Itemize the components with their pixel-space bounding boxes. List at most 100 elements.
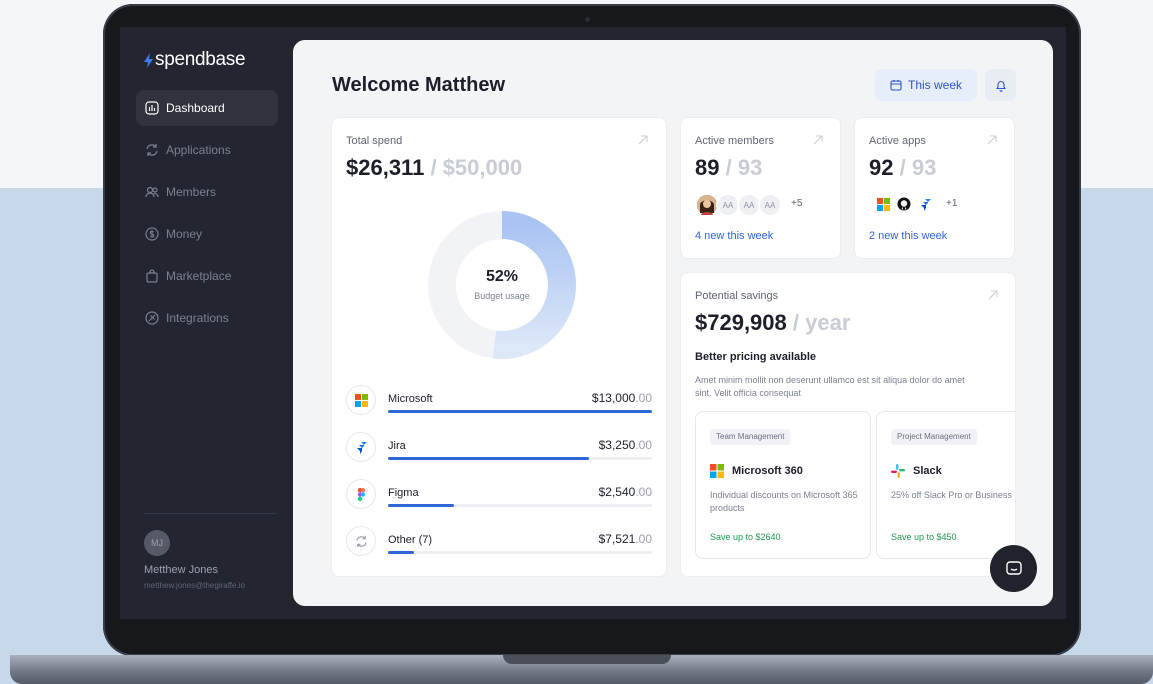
vendor-bar-fill — [388, 504, 454, 507]
budget-usage-value: 52% — [485, 268, 519, 285]
offer-card-slack[interactable]: Project Management Slack 25% off Slack P… — [876, 411, 1015, 559]
offer-card-microsoft[interactable]: Team Management Microsoft 360 Individual… — [695, 411, 871, 559]
refresh-icon — [346, 526, 376, 556]
sidebar-item-money[interactable]: Money — [136, 216, 278, 252]
sidebar-item-label: Members — [166, 185, 217, 199]
arrow-up-right-icon[interactable] — [638, 135, 648, 145]
calendar-icon — [890, 80, 902, 91]
vendor-name: Jira — [388, 440, 406, 452]
offer-tag: Team Management — [710, 429, 791, 445]
amount-whole: $13,000 — [591, 391, 636, 405]
card-label: Active members — [695, 135, 774, 147]
bag-icon — [145, 269, 159, 283]
sidebar-divider — [144, 513, 277, 514]
members-more-count: +5 — [791, 198, 803, 209]
vendor-name: Microsoft — [388, 393, 433, 405]
sidebar-item-applications[interactable]: Applications — [136, 132, 278, 168]
offer-description: Individual discounts on Microsoft 365 pr… — [710, 490, 858, 513]
vendor-row-jira[interactable]: Jira $3,250.00 — [346, 432, 652, 468]
bell-icon — [995, 80, 1006, 92]
figma-logo-icon — [346, 479, 376, 509]
potential-savings-card[interactable]: Potential savings $729,908 / year Better… — [680, 272, 1016, 577]
members-active: 89 — [695, 155, 720, 180]
card-label: Total spend — [346, 135, 403, 147]
sidebar-item-integrations[interactable]: Integrations — [136, 300, 278, 336]
amount-cents: .00 — [635, 485, 652, 499]
sidebar-item-members[interactable]: Members — [136, 174, 278, 210]
vendor-bar-fill — [388, 410, 652, 413]
bolt-icon — [144, 52, 153, 68]
vendor-bar-fill — [388, 457, 589, 460]
savings-description: Amet minim mollit non deserunt ullamco e… — [695, 375, 965, 398]
period-button[interactable]: This week — [875, 69, 977, 101]
refresh-icon — [145, 143, 159, 157]
amount-whole: $3,250 — [598, 438, 636, 452]
savings-heading: Better pricing available — [695, 351, 817, 363]
arrow-up-right-icon[interactable] — [988, 290, 998, 300]
card-label: Potential savings — [695, 290, 779, 302]
github-logo-icon[interactable] — [894, 194, 914, 214]
vendor-name: Figma — [388, 487, 419, 499]
chat-button[interactable] — [990, 545, 1037, 592]
brand-logo[interactable]: spendbase — [144, 49, 246, 71]
vendor-row-other[interactable]: Other (7) $7,521.00 — [346, 526, 652, 562]
arrow-up-right-icon[interactable] — [987, 135, 997, 145]
apps-more-count: +1 — [946, 198, 958, 209]
members-count: 89 / 93 — [695, 155, 762, 181]
spend-budget: / $50,000 — [430, 155, 523, 180]
vendor-bar — [388, 551, 652, 554]
members-icon — [145, 185, 159, 199]
avatar[interactable]: AA — [758, 193, 782, 217]
offer-title-text: Slack — [913, 465, 942, 477]
apps-new-link[interactable]: 2 new this week — [869, 230, 947, 242]
sidebar-item-dashboard[interactable]: Dashboard — [136, 90, 278, 126]
budget-usage-label: Budget usage — [474, 291, 530, 301]
arrow-up-right-icon[interactable] — [813, 135, 823, 145]
active-apps-card[interactable]: Active apps 92 / 93 +1 2 new this week — [854, 117, 1015, 259]
user-email: metthew.jones@thegiraffe.io — [144, 581, 245, 590]
vendor-bar — [388, 410, 652, 413]
laptop-notch — [503, 655, 671, 664]
microsoft-logo-icon[interactable] — [873, 194, 893, 214]
sidebar-item-label: Marketplace — [166, 269, 232, 283]
amount-whole: $2,540 — [598, 485, 636, 499]
period-label: This week — [907, 78, 963, 92]
members-new-link[interactable]: 4 new this week — [695, 230, 773, 242]
sidebar-item-label: Dashboard — [166, 101, 225, 115]
offer-description: 25% off Slack Pro or Business — [891, 490, 1012, 500]
chat-icon — [1005, 561, 1022, 575]
total-spend-card[interactable]: Total spend $26,311 / $50,000 52% Budget… — [331, 117, 667, 577]
active-members-card[interactable]: Active members 89 / 93 AA AA AA +5 4 new… — [680, 117, 841, 259]
vendor-name: Other (7) — [388, 534, 433, 546]
offer-save-link[interactable]: Save up to $2640 — [710, 532, 781, 542]
amount-cents: .00 — [635, 391, 652, 405]
amount-cents: .00 — [635, 532, 652, 546]
chart-icon — [145, 101, 159, 115]
notifications-button[interactable] — [985, 69, 1016, 101]
main-panel: Welcome Matthew This week Total spend $2… — [293, 40, 1053, 606]
savings-period: / year — [792, 310, 851, 335]
jira-logo-icon[interactable] — [915, 194, 935, 214]
laptop-camera — [585, 17, 590, 22]
members-total: / 93 — [725, 155, 763, 180]
sidebar-item-label: Money — [166, 227, 203, 241]
jira-logo-icon — [346, 432, 376, 462]
user-avatar[interactable]: MJ — [144, 530, 170, 556]
amount-cents: .00 — [635, 438, 652, 452]
vendor-amount: $13,000.00 — [592, 391, 652, 405]
offer-title: Microsoft 360 — [710, 464, 803, 478]
savings-amount: $729,908 / year — [695, 310, 850, 336]
sidebar-item-label: Integrations — [166, 311, 229, 325]
vendor-amount: $7,521.00 — [599, 532, 652, 546]
card-label: Active apps — [869, 135, 926, 147]
spend-amount: $26,311 — [346, 155, 425, 180]
sidebar-item-marketplace[interactable]: Marketplace — [136, 258, 278, 294]
app-screen: spendbase Dashboard Applications Members — [120, 27, 1066, 619]
microsoft-logo-icon — [710, 464, 724, 478]
vendor-amount: $3,250.00 — [599, 438, 652, 452]
person-photo-icon — [697, 195, 717, 215]
offer-save-link[interactable]: Save up to $450 — [891, 532, 957, 542]
vendor-row-figma[interactable]: Figma $2,540.00 — [346, 479, 652, 515]
vendor-row-microsoft[interactable]: Microsoft $13,000.00 — [346, 385, 652, 421]
apps-total: / 93 — [899, 155, 937, 180]
